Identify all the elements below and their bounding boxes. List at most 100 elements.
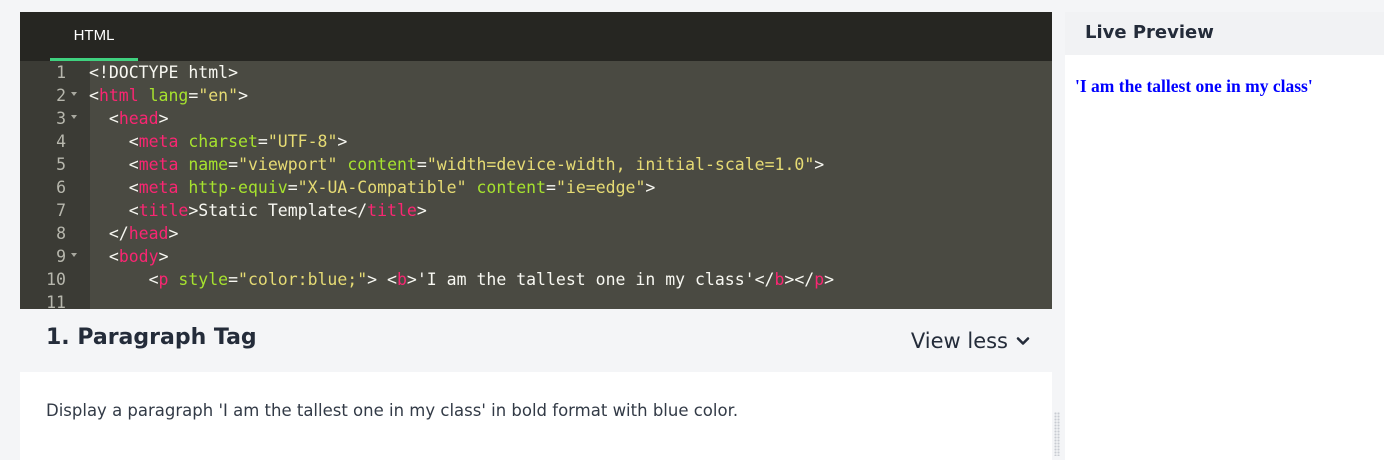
code-token: < xyxy=(128,201,139,220)
code-token: = xyxy=(188,86,199,105)
code-token: < xyxy=(108,109,119,128)
code-line: 2 <html lang="en"> xyxy=(20,84,1052,107)
code-text: <html lang="en"> xyxy=(89,84,248,107)
code-token: "viewport" xyxy=(238,155,338,174)
view-less-button[interactable]: View less xyxy=(911,325,1030,357)
code-line: 7 <title>Static Template</title> xyxy=(20,199,1052,222)
code-line: 1 <!DOCTYPE html> xyxy=(20,61,1052,84)
code-token: "color:blue;" xyxy=(238,270,368,289)
line-number: 3 xyxy=(56,109,66,128)
code-text: <body> xyxy=(89,245,169,268)
line-number: 5 xyxy=(56,155,66,174)
code-token: name xyxy=(188,155,229,174)
task-title: 1. Paragraph Tag xyxy=(46,325,257,350)
fold-arrow-icon[interactable] xyxy=(71,92,77,96)
code-line: 10 <p style="color:blue;"> <b>'I am the … xyxy=(20,268,1052,291)
code-token: title xyxy=(138,201,189,220)
code-token: < xyxy=(128,178,139,197)
code-token: b xyxy=(396,270,407,289)
chevron-down-icon xyxy=(1016,337,1030,345)
code-token: p xyxy=(814,270,825,289)
line-number: 6 xyxy=(56,178,66,197)
code-token: > xyxy=(814,155,825,174)
code-line: 11 xyxy=(20,291,1052,309)
code-token: > xyxy=(238,86,248,105)
fold-arrow-icon[interactable] xyxy=(71,115,77,119)
code-token: > xyxy=(824,270,835,289)
code-token: ></ xyxy=(784,270,815,289)
code-text: <head> xyxy=(89,107,169,130)
code-token: head xyxy=(118,109,159,128)
code-line: 6 <meta http-equiv="X-UA-Compatible" con… xyxy=(20,176,1052,199)
preview-output-text: 'I am the tallest one in my class' xyxy=(1075,76,1313,96)
code-text: </head> xyxy=(89,222,179,245)
editor-tab-bar: HTML xyxy=(20,12,1052,61)
code-token: >Static Template</ xyxy=(188,201,368,220)
line-number: 9 xyxy=(56,247,66,266)
code-token: "X-UA-Compatible" xyxy=(297,178,467,197)
code-token: "ie=edge" xyxy=(555,178,646,197)
code-text: <p style="color:blue;"> <b>'I am the tal… xyxy=(89,268,835,291)
code-token: < xyxy=(108,247,119,266)
line-number: 10 xyxy=(46,270,66,289)
code-token: > xyxy=(168,224,179,243)
code-line: 3 <head> xyxy=(20,107,1052,130)
code-token: body xyxy=(118,247,159,266)
code-text: <meta http-equiv="X-UA-Compatible" conte… xyxy=(89,176,656,199)
fold-arrow-icon[interactable] xyxy=(71,253,77,257)
view-less-label: View less xyxy=(910,329,1008,353)
code-token: b xyxy=(774,270,785,289)
code-token: > xyxy=(158,247,169,266)
code-token: content xyxy=(347,155,417,174)
task-description: Display a paragraph 'I am the tallest on… xyxy=(46,401,739,420)
live-preview-panel: 'I am the tallest one in my class' xyxy=(1065,55,1384,460)
line-number: 7 xyxy=(56,201,66,220)
code-text: <meta name="viewport" content="width=dev… xyxy=(89,153,824,176)
code-token: http-equiv xyxy=(188,178,288,197)
code-line: 8 </head> xyxy=(20,222,1052,245)
code-token: < xyxy=(128,155,139,174)
task-header: 1. Paragraph Tag View less xyxy=(20,309,1052,372)
line-number: 4 xyxy=(56,132,66,151)
preview-title: Live Preview xyxy=(1085,22,1214,43)
code-editor: HTML 1 <!DOCTYPE html> 2 <html lang="en"> 3 … xyxy=(20,12,1052,309)
code-token: < xyxy=(89,86,99,105)
drag-handle-icon[interactable] xyxy=(1054,412,1060,456)
code-token: > xyxy=(416,201,427,220)
code-token: > xyxy=(645,178,656,197)
code-token: = xyxy=(228,155,239,174)
code-token: = xyxy=(546,178,556,197)
code-token: "en" xyxy=(198,86,239,105)
code-token: </ xyxy=(108,224,129,243)
code-token: < xyxy=(128,132,139,151)
code-line: 9 <body> xyxy=(20,245,1052,268)
code-token: >'I am the tallest one in my class'</ xyxy=(406,270,775,289)
code-token: = xyxy=(287,178,298,197)
code-token: > < xyxy=(367,270,397,289)
code-area[interactable]: 1 <!DOCTYPE html> 2 <html lang="en"> 3 <head… xyxy=(20,61,1052,309)
code-token: title xyxy=(367,201,417,220)
code-token: p xyxy=(158,270,169,289)
code-token: "UTF-8" xyxy=(267,132,338,151)
line-number: 8 xyxy=(56,224,66,243)
code-token: "width=device-width, initial-scale=1.0" xyxy=(426,155,815,174)
code-token: > xyxy=(158,109,169,128)
line-number: 2 xyxy=(56,86,66,105)
tab-html[interactable]: HTML xyxy=(50,12,138,61)
code-token: = xyxy=(257,132,268,151)
task-description-panel: Display a paragraph 'I am the tallest on… xyxy=(20,372,1052,460)
line-number: 1 xyxy=(56,63,66,82)
code-token: <!DOCTYPE html> xyxy=(89,63,239,82)
